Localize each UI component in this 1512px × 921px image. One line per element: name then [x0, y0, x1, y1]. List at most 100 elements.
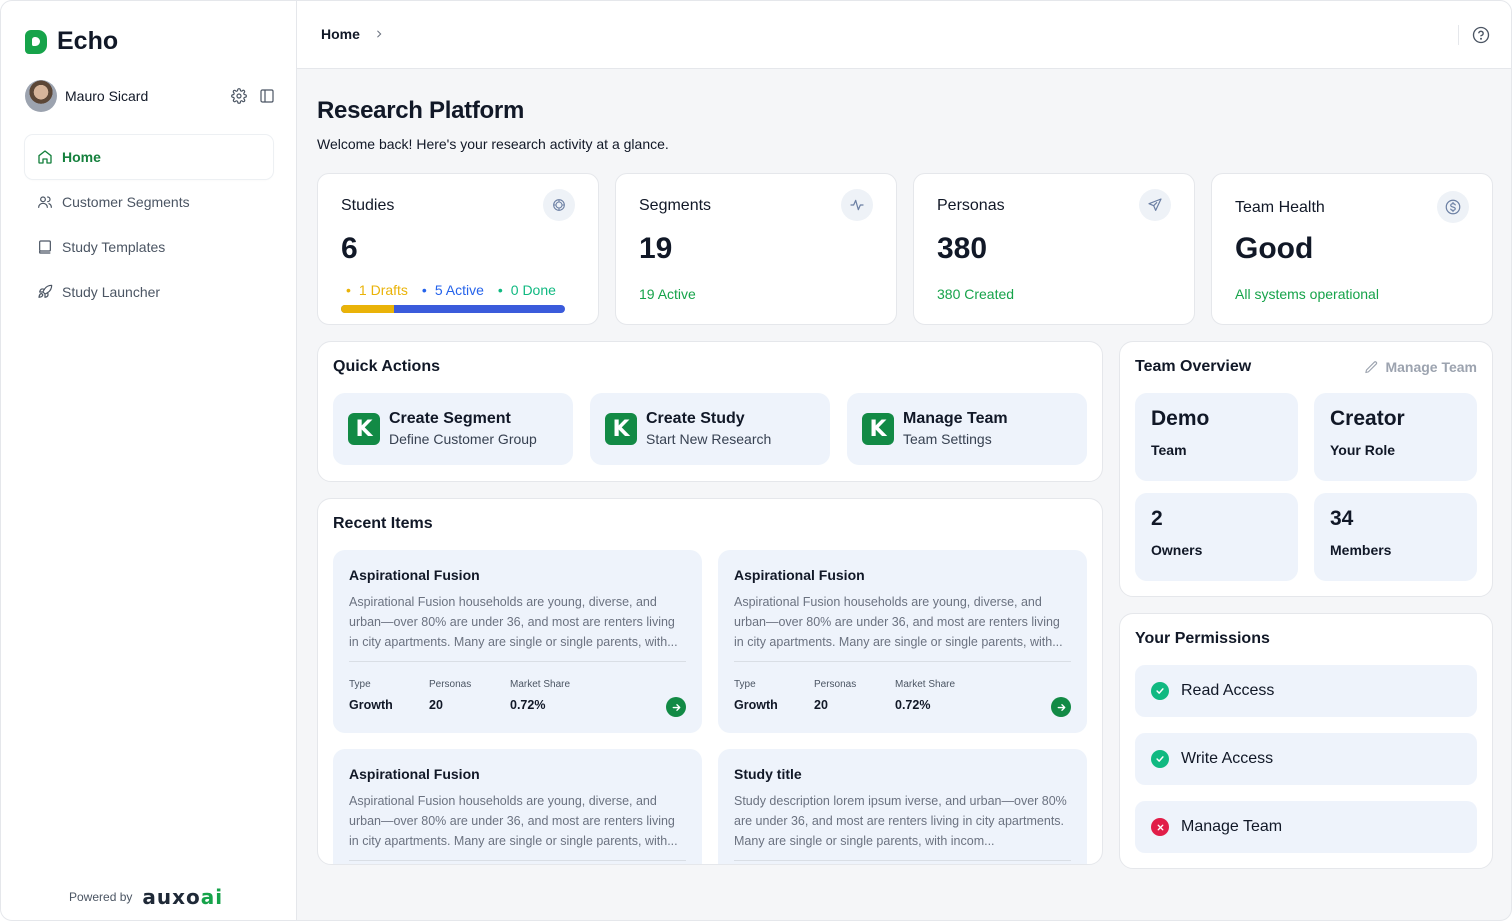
k-badge-icon: K [862, 413, 894, 445]
role-tile: Creator Your Role [1314, 393, 1477, 481]
item-description: Aspirational Fusion households are young… [734, 595, 1063, 649]
list-item[interactable]: Aspirational Fusion Aspirational Fusion … [718, 550, 1087, 733]
drafts-fill [341, 305, 394, 313]
meta-value: 20 [429, 698, 443, 712]
members-tile: 34 Members [1314, 493, 1477, 581]
book-icon [39, 240, 51, 254]
tile-value: 2 [1151, 507, 1163, 530]
app-logo[interactable]: Echo [25, 27, 118, 56]
stat-card-personas[interactable]: Personas 380 380 Created [913, 173, 1195, 325]
permission-label: Write Access [1181, 750, 1274, 767]
open-item-button[interactable] [1051, 697, 1071, 717]
send-icon [1139, 189, 1171, 221]
sidebar-toggle-icon[interactable] [259, 88, 275, 104]
list-item[interactable]: Aspirational Fusion Aspirational Fusion … [333, 749, 702, 864]
card-title: Your Permissions [1135, 630, 1270, 647]
app-window: Echo Mauro Sicard Home Customer Segments… [0, 0, 1512, 921]
meta-value: 0.72% [510, 698, 546, 712]
manage-team-label: Manage Team [1385, 359, 1477, 375]
stat-label: Personas [937, 197, 1005, 214]
stat-label: Studies [341, 197, 395, 214]
meta-label: Market Share [895, 679, 956, 690]
item-title: Aspirational Fusion [734, 567, 865, 583]
rocket-icon [38, 284, 53, 298]
divider [734, 860, 1071, 861]
brain-icon [543, 189, 575, 221]
create-study-button[interactable]: K Create Study Start New Research [590, 393, 830, 465]
action-subtitle: Define Customer Group [389, 431, 537, 447]
tile-label: Members [1330, 542, 1392, 558]
pencil-icon [1365, 360, 1378, 373]
owners-tile: 2 Owners [1135, 493, 1298, 581]
action-title: Manage Team [903, 410, 1008, 427]
meta-value: Growth [734, 698, 778, 712]
stat-value: Good [1235, 232, 1314, 265]
manage-team-button[interactable]: K Manage Team Team Settings [847, 393, 1087, 465]
permission-label: Manage Team [1181, 818, 1283, 835]
sidebar-item-home[interactable]: Home [25, 135, 273, 179]
manage-team-link[interactable]: Manage Team [1364, 359, 1477, 375]
stat-note: 19 Active [639, 286, 696, 302]
stat-value: 380 [937, 232, 988, 265]
meta-label: Personas [429, 679, 472, 690]
item-title: Aspirational Fusion [349, 766, 480, 782]
users-icon [38, 196, 52, 208]
check-icon [1151, 682, 1169, 700]
divider [734, 661, 1071, 662]
stat-card-studies[interactable]: Studies 6 1 Drafts 5 Active 0 Done [317, 173, 599, 325]
tile-value: Creator [1330, 407, 1405, 430]
powered-by-label: Powered by [69, 890, 133, 904]
sidebar-item-study-templates[interactable]: Study Templates [25, 225, 273, 269]
avatar[interactable] [25, 80, 57, 112]
stat-note: 380 Created [937, 286, 1015, 302]
studies-status-legend: 1 Drafts 5 Active 0 Done [346, 282, 556, 298]
permission-manage-team: Manage Team [1135, 801, 1477, 853]
sidebar-item-label: Customer Segments [62, 194, 190, 210]
meta-value: Growth [349, 698, 393, 712]
stat-card-team-health[interactable]: Team Health Good All systems operational [1211, 173, 1493, 325]
user-profile: Mauro Sicard [25, 80, 275, 112]
tile-label: Your Role [1330, 442, 1396, 458]
open-item-button[interactable] [666, 697, 686, 717]
divider [349, 661, 686, 662]
stat-note: All systems operational [1235, 286, 1379, 302]
recent-items-card: Recent Items Aspirational Fusion Aspirat… [317, 498, 1103, 865]
item-description: Aspirational Fusion households are young… [349, 595, 678, 649]
stat-label: Segments [639, 197, 712, 214]
sidebar-item-label: Study Launcher [62, 284, 161, 300]
meta-value: 20 [814, 698, 828, 712]
page-subtitle: Welcome back! Here's your research activ… [317, 136, 669, 152]
meta-value: 0.72% [895, 698, 931, 712]
item-title: Aspirational Fusion [349, 567, 480, 583]
sidebar-item-label: Study Templates [62, 239, 166, 255]
page-title: Research Platform [317, 97, 524, 124]
powered-by: Powered by auxoai [69, 885, 223, 909]
meta-label: Personas [814, 679, 857, 690]
breadcrumb-home[interactable]: Home [321, 26, 360, 42]
sidebar-item-study-launcher[interactable]: Study Launcher [25, 270, 273, 314]
tile-label: Owners [1151, 542, 1203, 558]
quick-actions-card: Quick Actions K Create Segment Define Cu… [317, 341, 1103, 482]
top-bar: Home [297, 1, 1511, 69]
sidebar: Echo Mauro Sicard Home Customer Segments… [1, 1, 297, 920]
auxoai-logo[interactable]: auxoai [142, 885, 223, 909]
card-title: Quick Actions [333, 358, 440, 375]
tile-value: Demo [1151, 407, 1210, 430]
list-item[interactable]: Study title Study description lorem ipsu… [718, 749, 1087, 864]
sidebar-item-customer-segments[interactable]: Customer Segments [25, 180, 273, 224]
stat-card-segments[interactable]: Segments 19 19 Active [615, 173, 897, 325]
card-title: Team Overview [1135, 358, 1252, 375]
permission-read-access: Read Access [1135, 665, 1477, 717]
echo-logo-icon [25, 29, 47, 54]
team-tile: Demo Team [1135, 393, 1298, 481]
create-segment-button[interactable]: K Create Segment Define Customer Group [333, 393, 573, 465]
arrow-right-icon [672, 703, 680, 711]
meta-label: Type [734, 679, 756, 690]
action-title: Create Segment [389, 410, 511, 427]
gear-icon[interactable] [231, 88, 247, 104]
list-item[interactable]: Aspirational Fusion Aspirational Fusion … [333, 550, 702, 733]
x-icon [1151, 818, 1169, 836]
sidebar-nav: Home Customer Segments Study Templates S… [25, 135, 273, 315]
action-subtitle: Start New Research [646, 431, 772, 447]
help-icon[interactable] [1472, 26, 1490, 44]
